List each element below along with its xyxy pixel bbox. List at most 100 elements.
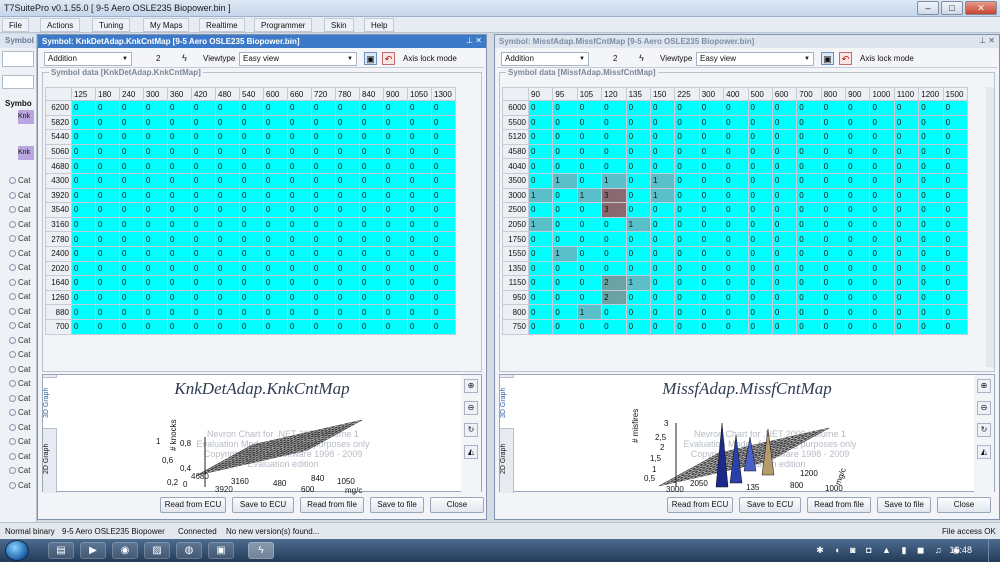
grid-cell[interactable]: 0 bbox=[311, 231, 336, 247]
grid-cell[interactable]: 0 bbox=[71, 114, 96, 131]
category-item[interactable]: Cat bbox=[0, 479, 36, 494]
grid-cell[interactable]: 0 bbox=[263, 245, 288, 262]
grid-cell[interactable]: 0 bbox=[918, 129, 944, 145]
grid-cell[interactable]: 0 bbox=[625, 172, 651, 189]
grid-cell[interactable]: 0 bbox=[311, 129, 336, 145]
grid-cell[interactable]: 0 bbox=[383, 245, 408, 262]
grid-cell[interactable]: 0 bbox=[698, 158, 725, 174]
grid-cell[interactable]: 0 bbox=[747, 202, 773, 218]
grid-cell[interactable]: 0 bbox=[771, 289, 798, 306]
column-header[interactable]: 120 bbox=[601, 87, 627, 101]
grid-cell[interactable]: 0 bbox=[869, 187, 895, 204]
grid-cell[interactable]: 0 bbox=[95, 260, 120, 277]
row-header[interactable]: 3500 bbox=[502, 172, 529, 189]
row-header[interactable]: 5820 bbox=[45, 114, 72, 131]
grid-cell[interactable]: 0 bbox=[869, 216, 895, 233]
grid-cell[interactable]: 0 bbox=[71, 304, 96, 320]
viewtype-select[interactable]: Easy view ▼ bbox=[696, 52, 814, 66]
category-item[interactable]: Cat bbox=[0, 435, 36, 450]
category-item[interactable]: Cat bbox=[0, 261, 36, 276]
grid-cell[interactable]: 0 bbox=[95, 245, 120, 262]
grid-cell[interactable]: 0 bbox=[119, 231, 144, 247]
grid-cell[interactable]: 0 bbox=[845, 172, 871, 189]
grid-cell[interactable]: 0 bbox=[723, 289, 749, 306]
grid-cell[interactable]: 0 bbox=[335, 245, 360, 262]
grid-cell[interactable]: 0 bbox=[167, 275, 192, 291]
grid-cell[interactable]: 0 bbox=[311, 216, 336, 233]
grid-cell[interactable]: 0 bbox=[95, 187, 120, 204]
grid-cell[interactable]: 0 bbox=[771, 231, 798, 247]
menu-help[interactable]: Help bbox=[364, 18, 395, 32]
grid-cell[interactable]: 0 bbox=[431, 158, 456, 174]
grid-cell[interactable]: 0 bbox=[407, 304, 432, 320]
grid-cell[interactable]: 0 bbox=[625, 260, 651, 277]
grid-cell[interactable]: 0 bbox=[845, 260, 871, 277]
row-header[interactable]: 1150 bbox=[502, 275, 529, 291]
grid-cell[interactable]: 1 bbox=[576, 304, 603, 320]
grid-cell[interactable]: 0 bbox=[383, 114, 408, 131]
grid-cell[interactable]: 0 bbox=[383, 202, 408, 218]
lightning-icon[interactable]: ϟ bbox=[178, 52, 191, 65]
grid-cell[interactable]: 0 bbox=[239, 245, 264, 262]
category-item[interactable]: Cat bbox=[0, 232, 36, 247]
grid-cell[interactable]: 0 bbox=[796, 143, 822, 160]
grid-cell[interactable]: 0 bbox=[287, 289, 312, 306]
grid-cell[interactable]: 0 bbox=[215, 143, 240, 160]
grid-cell[interactable]: 0 bbox=[527, 100, 554, 116]
grid-cell[interactable]: 0 bbox=[845, 143, 871, 160]
rotate-icon[interactable]: ↻ bbox=[977, 423, 991, 437]
grid-cell[interactable]: 0 bbox=[191, 202, 216, 218]
minimize-button[interactable]: – bbox=[917, 1, 939, 15]
grid-cell[interactable]: 0 bbox=[893, 158, 920, 174]
read-from-ecu-button[interactable]: Read from ECU bbox=[160, 497, 226, 513]
grid-cell[interactable]: 0 bbox=[431, 187, 456, 204]
expand-icon[interactable] bbox=[9, 423, 16, 431]
grid-cell[interactable]: 0 bbox=[239, 143, 264, 160]
grid-cell[interactable]: 0 bbox=[576, 143, 603, 160]
grid-cell[interactable]: 0 bbox=[239, 187, 264, 204]
panel-pin-close-icons[interactable]: ⊥ ✕ bbox=[466, 36, 482, 45]
grid-cell[interactable]: 0 bbox=[771, 187, 798, 204]
grid-cell[interactable]: 0 bbox=[263, 231, 288, 247]
grid-cell[interactable]: 0 bbox=[167, 202, 192, 218]
grid-cell[interactable]: 0 bbox=[143, 187, 168, 204]
category-item[interactable]: Cat bbox=[0, 450, 36, 465]
menu-my-maps[interactable]: My Maps bbox=[143, 18, 190, 32]
row-header[interactable]: 1640 bbox=[45, 275, 72, 291]
grid-cell[interactable]: 0 bbox=[191, 143, 216, 160]
grid-cell[interactable]: 0 bbox=[796, 187, 822, 204]
grid-cell[interactable]: 0 bbox=[918, 245, 944, 262]
reset-view-icon[interactable]: ◭ bbox=[464, 445, 478, 459]
grid-cell[interactable]: 0 bbox=[918, 158, 944, 174]
grid-cell[interactable]: 0 bbox=[771, 114, 798, 131]
read-from-file-button[interactable]: Read from file bbox=[300, 497, 364, 513]
close-button[interactable]: Close bbox=[430, 497, 484, 513]
missf-data-grid[interactable]: 90 95 105 120 135 150 225 300 400 500 600 700 800 900… bbox=[502, 87, 969, 335]
grid-cell[interactable]: 0 bbox=[311, 158, 336, 174]
expand-icon[interactable] bbox=[9, 438, 16, 446]
grid-cell[interactable]: 0 bbox=[143, 100, 168, 116]
zoom-in-icon[interactable]: ⊕ bbox=[464, 379, 478, 393]
grid-cell[interactable]: 0 bbox=[698, 304, 725, 320]
grid-cell[interactable]: 0 bbox=[796, 172, 822, 189]
system-tray-icons[interactable]: ✱ ◖ ◙ ◘ ▲ ▮ ◼ ♫ ◉ bbox=[816, 545, 964, 556]
grid-cell[interactable]: 0 bbox=[625, 100, 651, 116]
grid-cell[interactable]: 0 bbox=[747, 114, 773, 131]
grid-cell[interactable]: 0 bbox=[239, 100, 264, 116]
grid-cell[interactable]: 0 bbox=[191, 231, 216, 247]
missf-3d-surface[interactable] bbox=[514, 375, 974, 493]
menu-skin[interactable]: Skin bbox=[324, 18, 354, 32]
grid-cell[interactable]: 0 bbox=[239, 172, 264, 189]
grid-cell[interactable]: 0 bbox=[918, 289, 944, 306]
grid-cell[interactable]: 0 bbox=[407, 129, 432, 145]
expand-icon[interactable] bbox=[9, 264, 16, 272]
row-header[interactable]: 3540 bbox=[45, 202, 72, 218]
grid-cell[interactable]: 0 bbox=[845, 245, 871, 262]
grid-cell[interactable]: 0 bbox=[698, 114, 725, 131]
save-to-file-button[interactable]: Save to file bbox=[877, 497, 931, 513]
grid-cell[interactable]: 0 bbox=[215, 216, 240, 233]
grid-cell[interactable]: 0 bbox=[674, 114, 700, 131]
category-item[interactable]: Cat bbox=[0, 218, 36, 233]
grid-cell[interactable]: 0 bbox=[576, 318, 603, 335]
grid-cell[interactable]: 0 bbox=[649, 129, 676, 145]
